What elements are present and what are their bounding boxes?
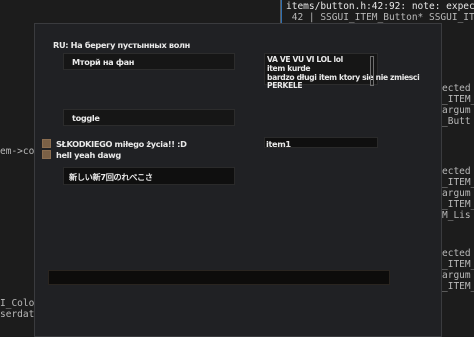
scrollbar[interactable] — [370, 56, 374, 86]
terminal-fragment: ected — [442, 248, 471, 259]
text-line: PERKELE — [267, 81, 303, 91]
terminal-fragment: argum — [442, 188, 471, 199]
terminal-fragment: _Butt — [442, 116, 471, 127]
terminal-code-line: 42 | SSGUI_ITEM_Button* SSGUI_ITEM_ — [286, 12, 474, 23]
terminal-fragment: _ITEM_ — [442, 281, 474, 292]
list-box[interactable]: item1 — [264, 137, 378, 149]
terminal-fragment: _ITEM_ — [442, 177, 474, 188]
terminal-fragment: _ITEM_ — [442, 259, 474, 270]
terminal-fragment: ected — [442, 166, 471, 177]
toggle-button[interactable]: toggle — [63, 109, 235, 126]
text-field-value: 新しい新7回のれべこさ — [69, 172, 153, 182]
ssgui-window: RU: На берегу пустынных волн Мторй на фа… — [34, 23, 442, 337]
text-field[interactable]: 新しい新7回のれべこさ — [63, 167, 235, 185]
terminal-fragment: _ITEM_ — [442, 199, 474, 210]
multiline-text: VA VE VU VI LOL lol item kurde bardzo dł… — [267, 55, 420, 91]
checkbox-2-label: hell yeah dawg — [56, 150, 121, 160]
checkbox-1-label: SŁKODKIEGO miłego życia!! :D — [56, 139, 187, 149]
terminal-fragment: argum — [442, 270, 471, 281]
bottom-bar[interactable] — [48, 270, 390, 285]
button-1-label: Мторй на фан — [72, 57, 135, 67]
list-item[interactable]: item1 — [266, 139, 291, 149]
window-title: RU: На берегу пустынных волн — [53, 40, 190, 50]
pane-divider — [281, 0, 282, 24]
terminal-fragment: ected — [442, 83, 471, 94]
terminal-fragment: _ITEM_ — [442, 94, 474, 105]
button-1[interactable]: Мторй на фан — [63, 53, 235, 70]
checkbox-2[interactable] — [42, 150, 51, 159]
multiline-text-box[interactable]: VA VE VU VI LOL lol item kurde bardzo dł… — [264, 53, 420, 90]
toggle-label: toggle — [72, 113, 100, 123]
terminal-error-line: items/button.h:42:92: note: expected — [286, 1, 474, 12]
terminal-fragment: argum — [442, 105, 471, 116]
terminal-fragment: M_Lis — [442, 210, 471, 221]
checkbox-1[interactable] — [42, 139, 51, 148]
